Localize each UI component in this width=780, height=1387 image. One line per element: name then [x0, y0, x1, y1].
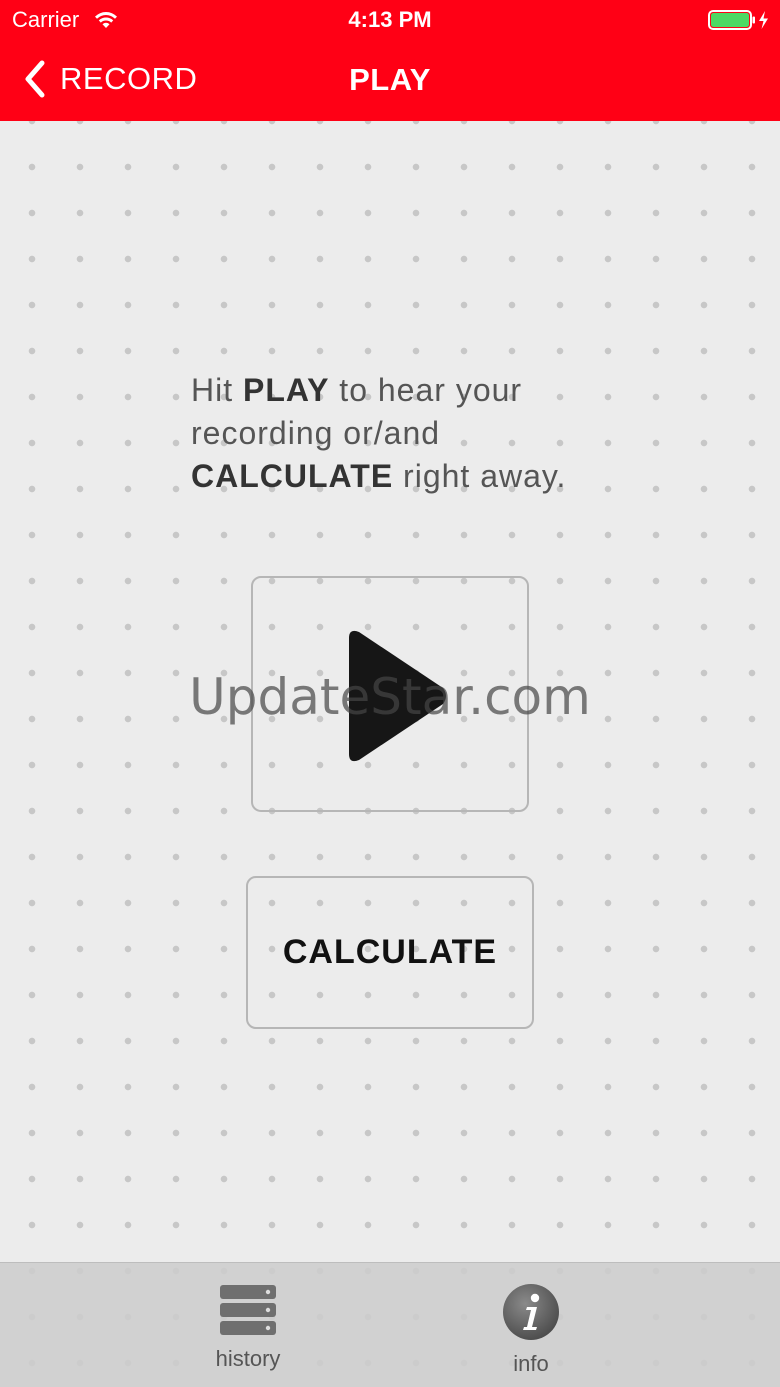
tab-info-label: info — [513, 1351, 549, 1376]
instruction-line-1: Hit PLAY to hear your — [191, 369, 641, 412]
status-bar: Carrier 4:13 PM — [0, 0, 780, 40]
tab-history[interactable]: history — [148, 1263, 348, 1387]
play-icon — [349, 630, 446, 762]
page-title: PLAY — [349, 62, 431, 97]
calculate-button-label: CALCULATE — [282, 933, 498, 971]
tab-info[interactable]: info — [431, 1263, 631, 1387]
battery-charging-icon — [708, 10, 768, 30]
navigation-bar: RECORD PLAY — [0, 40, 780, 121]
instruction-text-segment: to hear your — [329, 372, 523, 408]
server-stack-icon — [220, 1285, 276, 1335]
tab-history-label: history — [215, 1346, 281, 1371]
instruction-calculate-keyword: CALCULATE — [191, 458, 394, 494]
status-time: 4:13 PM — [348, 7, 432, 32]
instruction-text: Hit PLAY to hear your recording or/and C… — [191, 369, 641, 498]
header: Carrier 4:13 PM RECORD PLAY — [0, 0, 780, 121]
instruction-text-segment: Hit — [191, 372, 243, 408]
info-icon — [503, 1284, 559, 1340]
instruction-play-keyword: PLAY — [243, 372, 330, 408]
tab-bar: history info — [0, 1262, 780, 1387]
instruction-line-3: CALCULATE right away. — [191, 455, 641, 498]
calculate-button[interactable]: CALCULATE — [246, 876, 534, 1029]
instruction-line-2: recording or/and — [191, 415, 441, 451]
app-screen: Carrier 4:13 PM RECORD PLAY Hit PLAY to … — [0, 0, 780, 1387]
instruction-text-segment: right away. — [393, 458, 567, 494]
